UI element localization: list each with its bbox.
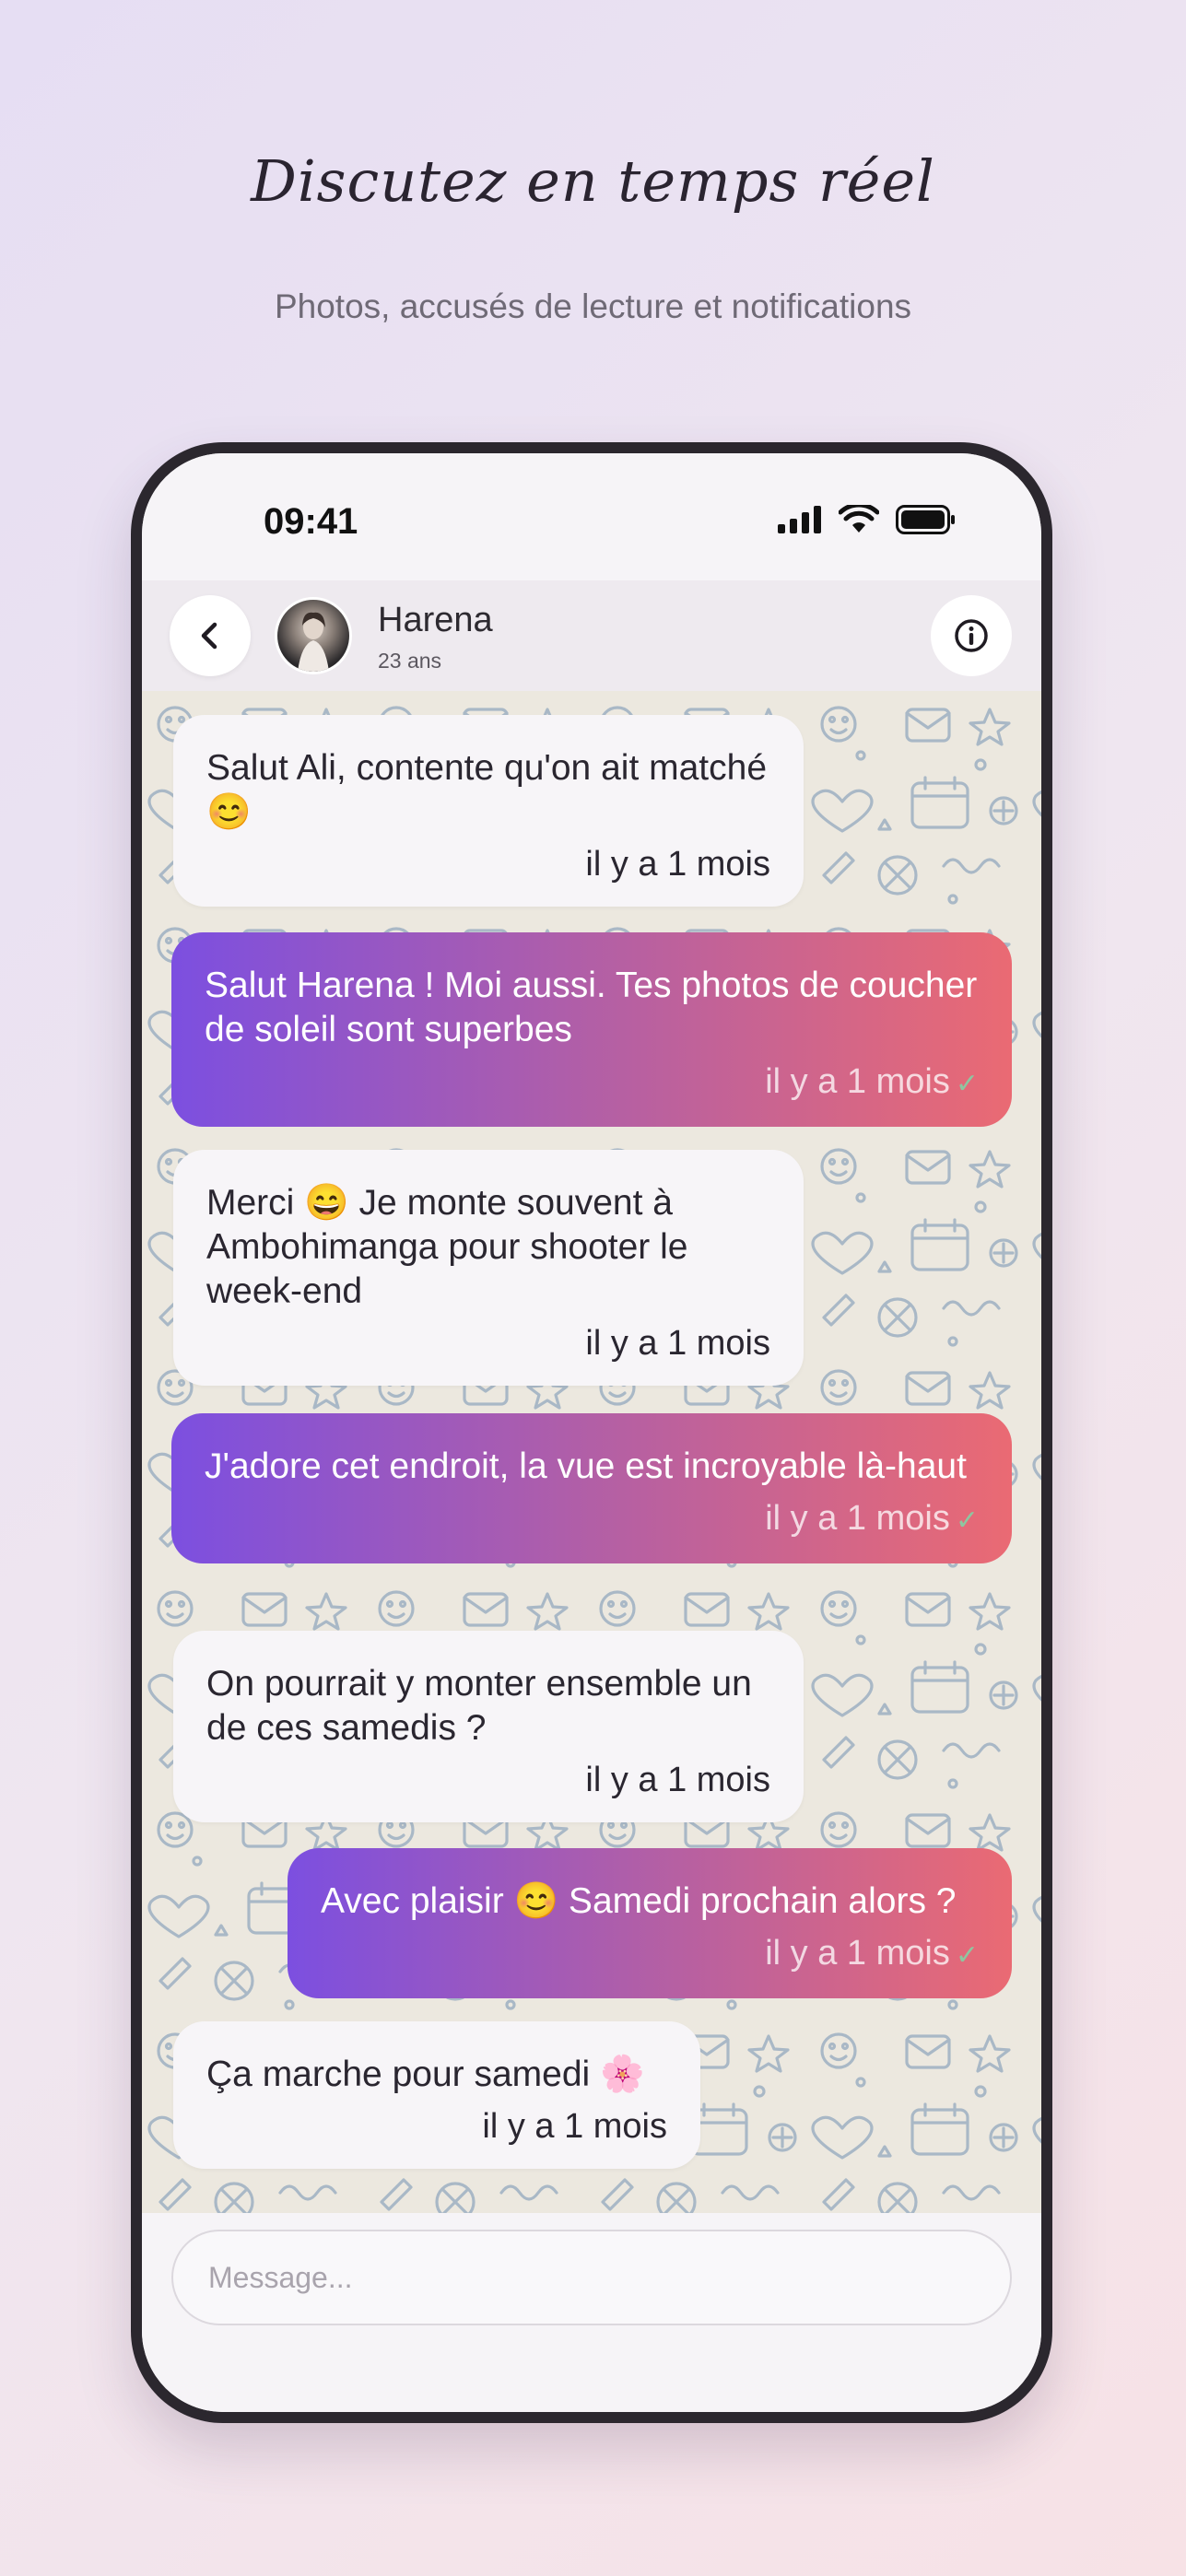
message-time: il y a 1 mois: [206, 1321, 770, 1365]
message-text: Salut Ali, contente qu'on ait matché 😊: [206, 748, 768, 832]
message-input[interactable]: [171, 2230, 1012, 2325]
contact-avatar[interactable]: [275, 597, 352, 674]
message-time: il y a 1 mois ✓: [321, 1931, 979, 1978]
status-bar: 09:41: [142, 453, 1041, 591]
signal-icon: [778, 506, 821, 533]
message-sent[interactable]: Salut Harena ! Moi aussi. Tes photos de …: [171, 932, 1012, 1127]
wifi-icon: [839, 505, 879, 533]
battery-icon: [896, 505, 955, 534]
message-received[interactable]: Salut Ali, contente qu'on ait matché 😊 i…: [173, 715, 804, 907]
message-timestamp: il y a 1 mois: [482, 2107, 667, 2146]
message-time: il y a 1 mois: [206, 1758, 770, 1802]
avatar-photo: [298, 612, 329, 672]
promo-headline: Discutez en temps réel: [251, 147, 935, 215]
message-received[interactable]: Ça marche pour samedi 🌸 il y a 1 mois: [173, 2021, 700, 2169]
phone-frame: 09:41 Harena 23 ans Salut Ali, contente …: [131, 442, 1052, 2423]
status-icons: [778, 505, 957, 534]
chat-header: Harena 23 ans: [142, 580, 1041, 691]
info-circle-icon: [955, 619, 988, 652]
message-sent[interactable]: J'adore cet endroit, la vue est incroyab…: [171, 1413, 1012, 1563]
message-time: il y a 1 mois: [206, 842, 770, 886]
message-composer: [142, 2213, 1041, 2412]
message-text: Merci 😄 Je monte souvent à Ambohimanga p…: [206, 1183, 688, 1311]
message-time: il y a 1 mois: [206, 2104, 667, 2149]
phone-screen: 09:41 Harena 23 ans Salut Ali, contente …: [142, 453, 1041, 2412]
message-time: il y a 1 mois ✓: [205, 1060, 979, 1107]
message-received[interactable]: On pourrait y monter ensemble un de ces …: [173, 1631, 804, 1822]
chat-area[interactable]: Salut Ali, contente qu'on ait matché 😊 i…: [142, 691, 1041, 2213]
contact-age: 23 ans: [378, 649, 442, 673]
back-button[interactable]: [170, 595, 251, 676]
contact-name[interactable]: Harena: [378, 601, 493, 640]
message-text: On pourrait y monter ensemble un de ces …: [206, 1664, 752, 1748]
message-text: Avec plaisir 😊 Samedi prochain alors ?: [321, 1881, 957, 1921]
message-sent[interactable]: Avec plaisir 😊 Samedi prochain alors ? i…: [288, 1848, 1012, 1998]
message-timestamp: il y a 1 mois: [585, 845, 770, 884]
message-text: Ça marche pour samedi 🌸: [206, 2055, 645, 2094]
status-time: 09:41: [264, 501, 358, 542]
promo-subline: Photos, accusés de lecture et notificati…: [274, 287, 912, 325]
info-button[interactable]: [931, 595, 1012, 676]
message-text: Salut Harena ! Moi aussi. Tes photos de …: [205, 966, 978, 1049]
read-check-icon: ✓: [955, 1505, 979, 1536]
message-text: J'adore cet endroit, la vue est incroyab…: [205, 1446, 967, 1486]
chevron-left-icon: [201, 622, 217, 650]
message-timestamp: il y a 1 mois: [585, 1761, 770, 1799]
message-timestamp: il y a 1 mois: [765, 1062, 950, 1101]
message-time: il y a 1 mois ✓: [205, 1496, 979, 1543]
message-timestamp: il y a 1 mois: [765, 1934, 950, 1973]
message-received[interactable]: Merci 😄 Je monte souvent à Ambohimanga p…: [173, 1150, 804, 1386]
message-timestamp: il y a 1 mois: [585, 1324, 770, 1363]
read-check-icon: ✓: [955, 1069, 979, 1099]
read-check-icon: ✓: [955, 1940, 979, 1971]
message-timestamp: il y a 1 mois: [765, 1499, 950, 1538]
